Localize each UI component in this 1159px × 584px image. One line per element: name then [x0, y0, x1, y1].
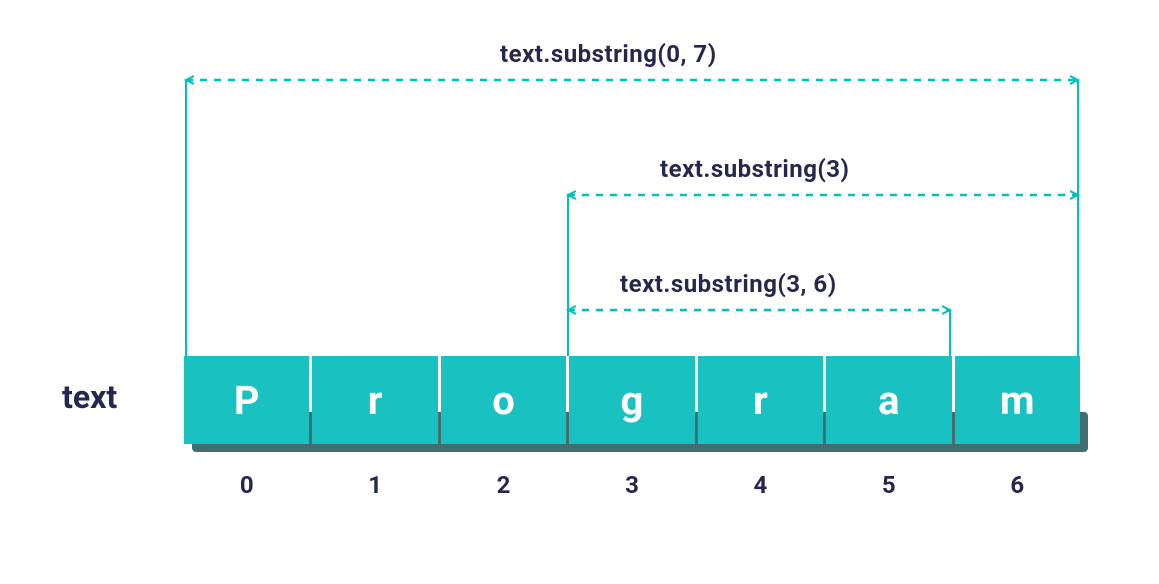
range-full-label: text.substring(0, 7) — [500, 40, 717, 68]
range-mid-label: text.substring(3, 6) — [620, 270, 837, 298]
string-strip: P 0 r 1 o 2 g 3 r 4 a 5 m 6 — [184, 356, 1080, 444]
substring-diagram: text.substring(0, 7) text.substring(3) t… — [0, 0, 1159, 584]
cell-letter: P — [234, 377, 260, 424]
cell-0: P 0 — [184, 356, 309, 444]
cell-index: 4 — [754, 471, 768, 499]
cell-letter: r — [753, 377, 768, 424]
cell-letter: m — [1000, 377, 1035, 424]
cell-index: 0 — [240, 471, 254, 499]
variable-label: text — [62, 378, 117, 416]
range-mid — [568, 310, 950, 356]
cell-5: a 5 — [826, 356, 951, 444]
range-full — [186, 80, 1078, 356]
cell-letter: g — [621, 377, 644, 424]
cell-3: g 3 — [569, 356, 694, 444]
cell-6: m 6 — [955, 356, 1080, 444]
ranges-svg — [0, 0, 1159, 584]
cell-letter: r — [368, 377, 383, 424]
cell-letter: a — [878, 377, 899, 424]
cell-letter: o — [492, 377, 515, 424]
range-from3-label: text.substring(3) — [660, 155, 849, 183]
cell-index: 5 — [882, 471, 896, 499]
cell-index: 1 — [368, 471, 382, 499]
cell-2: o 2 — [441, 356, 566, 444]
cell-1: r 1 — [312, 356, 437, 444]
cell-index: 3 — [625, 471, 639, 499]
cell-index: 6 — [1010, 471, 1024, 499]
cell-4: r 4 — [698, 356, 823, 444]
cell-index: 2 — [497, 471, 511, 499]
